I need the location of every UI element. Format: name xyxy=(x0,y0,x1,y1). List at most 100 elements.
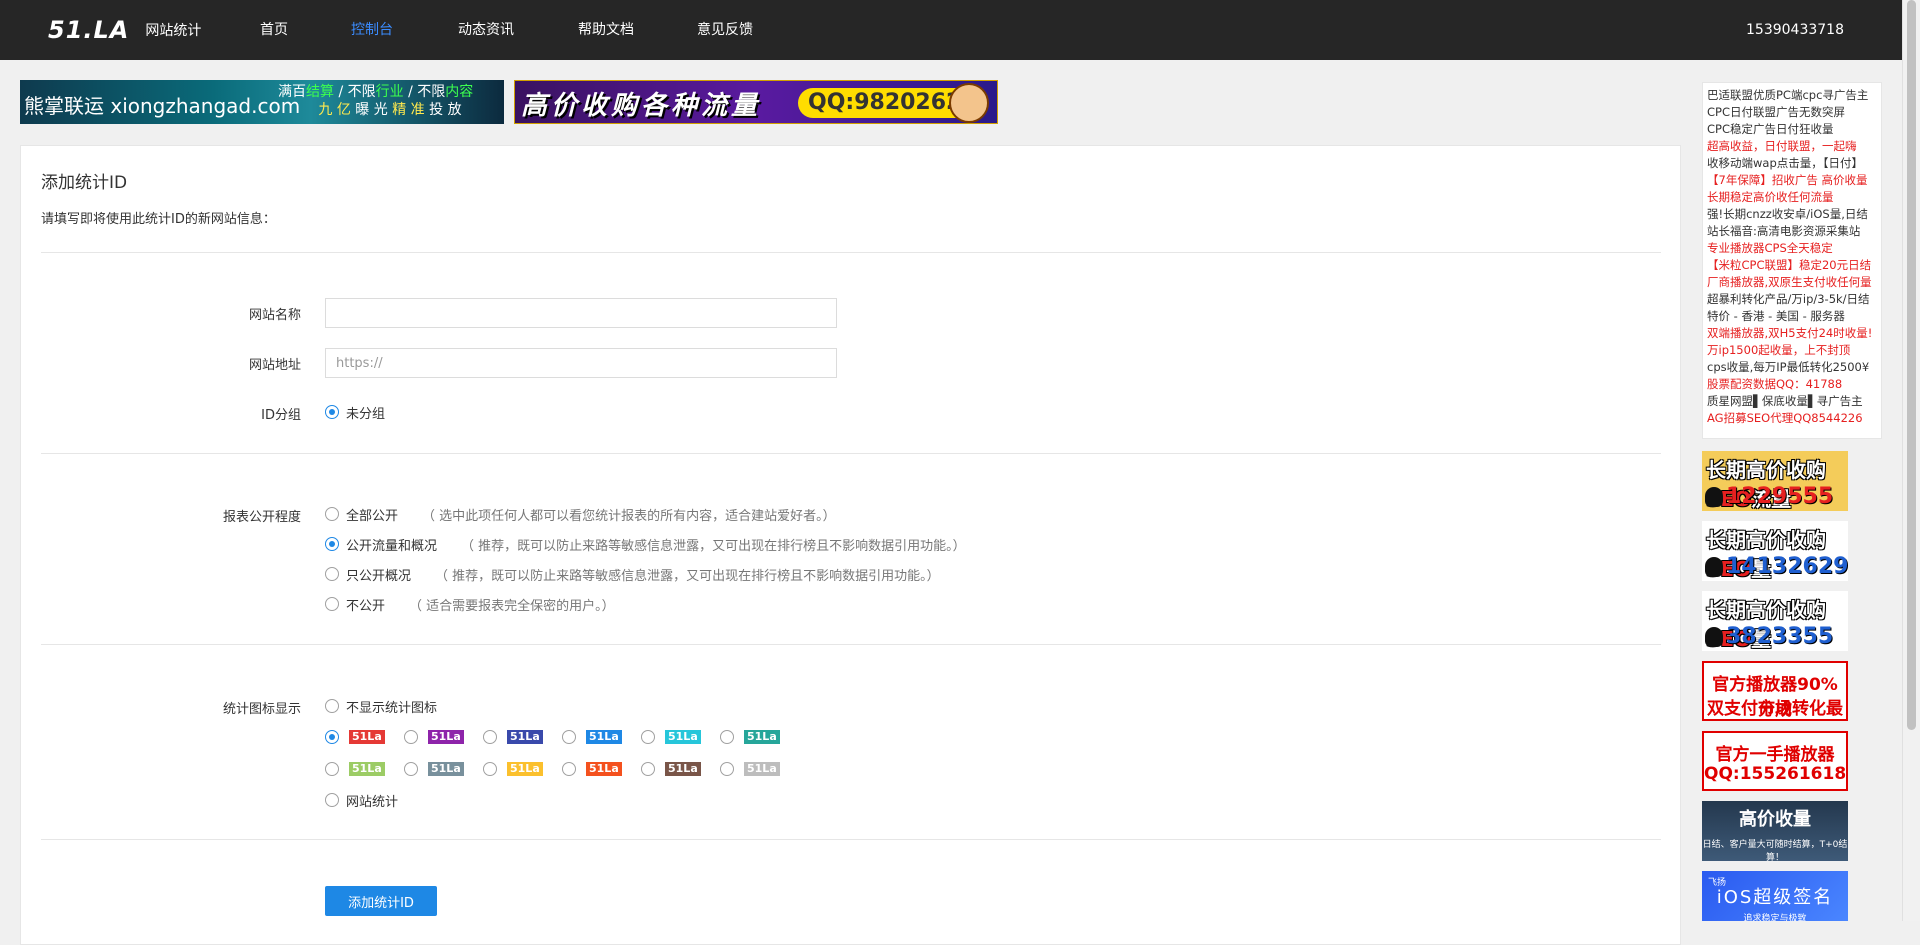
sidebar-text-ad-link[interactable]: 厂商播放器,双原生支付收任何量 xyxy=(1707,274,1877,291)
cartoon-face-icon xyxy=(949,83,989,123)
sidebar-text-ad-link[interactable]: 巴适联盟优质PC端cpc寻广告主 xyxy=(1707,87,1877,104)
radio-icon[interactable] xyxy=(562,762,576,776)
icon-option-badge[interactable]: 51La xyxy=(720,730,799,744)
nav-help-docs[interactable]: 帮助文档 xyxy=(578,0,634,60)
visibility-option-overview-only[interactable]: 只公开概况 （ 推荐，既可以防止来路等敏感信息泄露，又可出现在排行榜且不影响数据… xyxy=(325,564,940,584)
sidebar-text-ad-link[interactable]: 双端播放器,双H5支付24时收量! xyxy=(1707,325,1877,342)
radio-icon[interactable] xyxy=(325,793,339,807)
add-stat-id-button[interactable]: 添加统计ID xyxy=(325,886,437,916)
radio-icon[interactable] xyxy=(325,597,339,611)
radio-icon[interactable] xyxy=(641,762,655,776)
sidebar-text-ad-link[interactable]: 超暴利转化产品/万ip/3-5k/日结 xyxy=(1707,291,1877,308)
divider xyxy=(41,453,1661,454)
sidebar-text-ad-link[interactable]: 强!长期cnzz收安卓/iOS量,日结 xyxy=(1707,206,1877,223)
sidebar-text-ad-link[interactable]: 超高收益，日付联盟，一起嗨 xyxy=(1707,138,1877,155)
sidebar-ad-ios-sign[interactable]: 飞扬 iOS超级签名 追求稳定与极致 xyxy=(1702,871,1848,921)
sidebar-ad-player-2[interactable]: 官方一手播放器 QQ:1552616189 xyxy=(1702,731,1848,791)
icon-badge-row-2: 51La 51La 51La 51La 51La 51La xyxy=(325,759,799,779)
nav-news[interactable]: 动态资讯 xyxy=(458,0,514,60)
sidebar-text-ad-link[interactable]: CPC稳定广告日付狂收量 xyxy=(1707,121,1877,138)
user-account[interactable]: 15390433718 xyxy=(1746,0,1844,60)
logo-mark: 51.LA xyxy=(48,16,130,44)
banner-ad-xiongzhang[interactable]: 熊掌联运 xiongzhangad.com 满百结算 / 不限行业 / 不限内容… xyxy=(20,80,504,124)
icon-option-badge[interactable]: 51La xyxy=(404,762,483,776)
icon-option-none[interactable]: 不显示统计图标 xyxy=(325,696,437,716)
sidebar-text-ad-link[interactable]: 站长福音:高清电影资源采集站 xyxy=(1707,223,1877,240)
radio-icon[interactable] xyxy=(325,537,339,551)
scrollbar-thumb[interactable] xyxy=(1907,0,1916,730)
icon-option-badge[interactable]: 51La xyxy=(641,730,720,744)
stat-badge: 51La xyxy=(428,762,464,776)
sidebar-text-ad-link[interactable]: 【米粒CPC联盟】稳定20元日结 xyxy=(1707,257,1877,274)
sidebar-text-ad-link[interactable]: 特价 - 香港 - 美国 - 服务器 xyxy=(1707,308,1877,325)
site-name-input[interactable] xyxy=(325,298,837,328)
visibility-option-private[interactable]: 不公开 （ 适合需要报表完全保密的用户。） xyxy=(325,594,615,614)
sidebar-ad-high-price[interactable]: 高价收量 日结、客户量大可随时结算，T+0结算！ xyxy=(1702,801,1848,861)
radio-icon[interactable] xyxy=(720,730,734,744)
sidebar-text-ad-link[interactable]: cps收量,每万IP最低转化2500¥ xyxy=(1707,359,1877,376)
banner-traffic-qq: QQ:9820262 xyxy=(798,88,972,118)
nav-feedback[interactable]: 意见反馈 xyxy=(697,0,753,60)
icon-option-text[interactable]: 网站统计 xyxy=(325,790,398,810)
form-description: 请填写即将使用此统计ID的新网站信息： xyxy=(41,212,276,227)
banner-slogan-line2: 九 亿 曝 光 精 准 投 放 xyxy=(318,102,462,118)
radio-icon[interactable] xyxy=(325,507,339,521)
banner-slogan-line1: 满百结算 / 不限行业 / 不限内容 xyxy=(278,84,474,100)
qq-penguin-icon xyxy=(1705,487,1723,507)
logo-subtitle: 网站统计 xyxy=(145,23,202,39)
radio-icon[interactable] xyxy=(483,730,497,744)
sidebar-ad-seo-2[interactable]: 长期高价收购SEO量 1413262988 xyxy=(1702,521,1848,581)
radio-icon[interactable] xyxy=(325,762,339,776)
sidebar-text-ad-link[interactable]: 【7年保障】招收广告 高价收量 xyxy=(1707,172,1877,189)
radio-icon[interactable] xyxy=(404,730,418,744)
sidebar-text-ad-link[interactable]: 质星网盟▌保底收量▌寻广告主 xyxy=(1707,393,1877,410)
icon-option-badge[interactable]: 51La xyxy=(483,730,562,744)
icon-option-badge[interactable]: 51La xyxy=(720,762,799,776)
stat-badge: 51La xyxy=(428,730,464,744)
icon-option-badge[interactable]: 51La xyxy=(325,762,404,776)
banner-slogan: 满百结算 / 不限行业 / 不限内容 九 亿 曝 光 精 准 投 放 xyxy=(278,83,502,119)
sidebar-ad-player-1[interactable]: 官方播放器90%分成 双支付市场转化最高 xyxy=(1702,661,1848,721)
id-group-label: ID分组 xyxy=(261,408,301,423)
radio-icon[interactable] xyxy=(720,762,734,776)
icon-option-badge[interactable]: 51La xyxy=(641,762,720,776)
nav-home[interactable]: 首页 xyxy=(260,0,288,60)
sidebar-text-ad-link[interactable]: CPC日付联盟广告无数突屏 xyxy=(1707,104,1877,121)
radio-icon[interactable] xyxy=(562,730,576,744)
sidebar-text-ad-link[interactable]: 专业播放器CPS全天稳定 xyxy=(1707,240,1877,257)
sidebar-text-ad-link[interactable]: AG招募SEO代理QQ8544226 xyxy=(1707,410,1877,427)
sidebar-ad-seo-1[interactable]: 长期高价收购SEO流量 1229555 xyxy=(1702,451,1848,511)
sidebar-text-ad-link[interactable]: 收移动端wap点击量，【日付】 xyxy=(1707,155,1877,172)
sidebar-ad-seo-3[interactable]: 长期高价收购SEO量 3823355 xyxy=(1702,591,1848,651)
sidebar-text-ad-link[interactable]: 万ip1500起收量，上不封顶 xyxy=(1707,342,1877,359)
banner-brand-name: 熊掌联运 xyxy=(24,94,104,118)
page-scrollbar[interactable] xyxy=(1902,0,1920,921)
radio-icon[interactable] xyxy=(483,762,497,776)
radio-icon[interactable] xyxy=(641,730,655,744)
radio-icon[interactable] xyxy=(325,699,339,713)
site-url-input[interactable] xyxy=(325,348,837,378)
add-stat-id-card: 添加统计ID 请填写即将使用此统计ID的新网站信息： 网站名称 网站地址 ID分… xyxy=(20,145,1681,945)
radio-icon[interactable] xyxy=(325,567,339,581)
banner-ad-traffic[interactable]: 高价收购各种流量 QQ:9820262 xyxy=(514,80,998,124)
nav-console[interactable]: 控制台 xyxy=(351,0,393,60)
icon-option-badge[interactable]: 51La xyxy=(483,762,562,776)
sidebar-text-ad-link[interactable]: 长期稳定高价收任何流量 xyxy=(1707,189,1877,206)
stat-badge: 51La xyxy=(507,762,543,776)
radio-icon[interactable] xyxy=(325,405,339,419)
radio-icon[interactable] xyxy=(325,730,339,744)
icon-option-badge[interactable]: 51La xyxy=(562,730,641,744)
logo[interactable]: 51.LA 网站统计 xyxy=(48,16,201,44)
radio-icon[interactable] xyxy=(404,762,418,776)
stat-badge: 51La xyxy=(349,730,385,744)
icon-option-badge[interactable]: 51La xyxy=(404,730,483,744)
icon-option-badge[interactable]: 51La xyxy=(325,730,404,744)
visibility-option-traffic-overview[interactable]: 公开流量和概况 （ 推荐，既可以防止来路等敏感信息泄露，又可出现在排行榜且不影响… xyxy=(325,534,966,554)
stat-badge: 51La xyxy=(665,730,701,744)
stat-badge: 51La xyxy=(665,762,701,776)
icon-option-badge[interactable]: 51La xyxy=(562,762,641,776)
site-name-label: 网站名称 xyxy=(248,308,301,323)
sidebar-text-ad-link[interactable]: 股票配资数据QQ：41788 xyxy=(1707,376,1877,393)
group-option-ungrouped[interactable]: 未分组 xyxy=(325,402,385,422)
visibility-option-all[interactable]: 全部公开 （ 选中此项任何人都可以看您统计报表的所有内容，适合建站爱好者。） xyxy=(325,504,836,524)
